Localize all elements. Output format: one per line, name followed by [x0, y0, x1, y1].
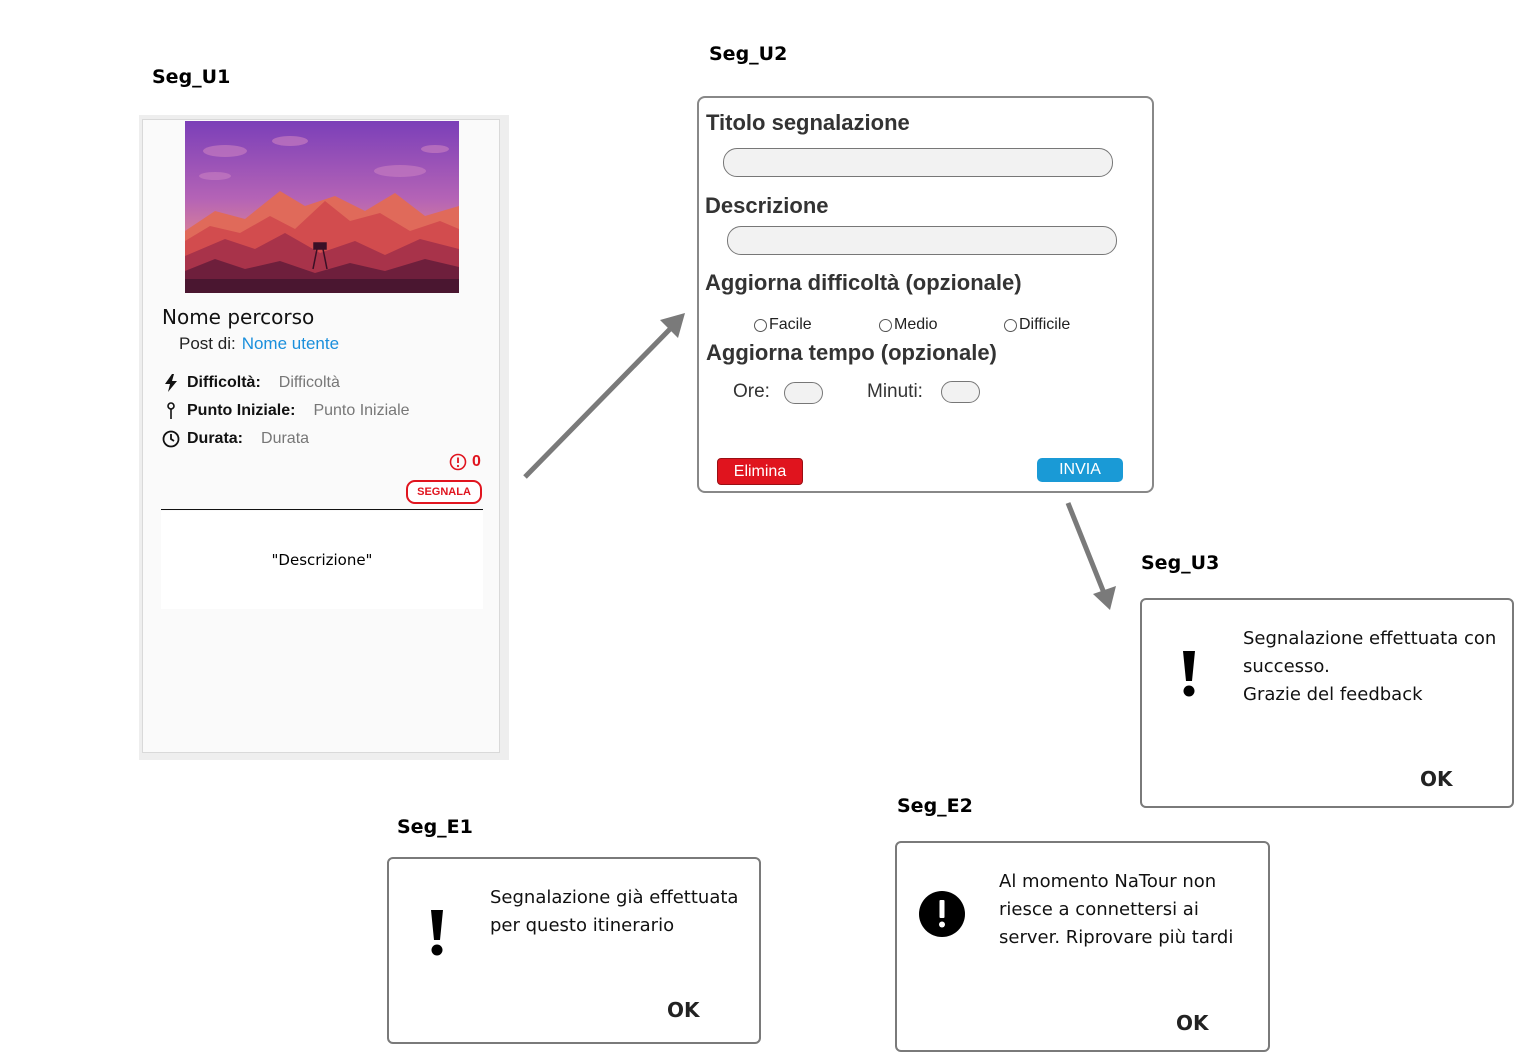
difficulty-value: Difficoltà	[278, 374, 340, 391]
already-reported-message: Segnalazione già effettuata per questo i…	[490, 887, 739, 936]
arrow-u1-to-u2	[523, 313, 685, 479]
difficulty-row: Difficoltà: Difficoltà	[162, 374, 340, 392]
already-reported-ok-button[interactable]: OK	[667, 998, 700, 1022]
time-update-label: Aggiorna tempo (opzionale)	[706, 340, 997, 365]
screen-label-u3: Seg_U3	[1141, 552, 1220, 574]
radio-circle	[754, 318, 767, 332]
radio-medio-label: Medio	[894, 316, 938, 333]
post-by-label: Post di:	[179, 334, 236, 353]
difficulty-label: Difficoltà:	[187, 374, 261, 391]
alert-circle-icon	[449, 453, 467, 471]
hours-input[interactable]	[784, 382, 823, 404]
report-count: 0	[449, 453, 481, 471]
pin-icon	[162, 402, 180, 420]
hours-label: Ore:	[733, 381, 770, 402]
post-by: Post di: Nome utente	[179, 334, 339, 354]
arrow-u2-to-u3	[1065, 502, 1116, 610]
start-point-row: Punto Iniziale: Punto Iniziale	[162, 402, 410, 420]
exclamation-icon	[431, 910, 443, 956]
success-message: Segnalazione effettuata con successo. Gr…	[1243, 628, 1497, 705]
screen-label-u2: Seg_U2	[709, 43, 788, 65]
screen-label-u1: Seg_U1	[152, 66, 231, 88]
report-title-input[interactable]	[723, 148, 1113, 177]
server-error-ok-button[interactable]: OK	[1176, 1011, 1209, 1035]
radio-medio[interactable]: Medio	[879, 316, 938, 334]
clock-icon	[162, 430, 180, 448]
send-button[interactable]: INVIA	[1037, 458, 1123, 482]
difficulty-update-label: Aggiorna difficoltà (opzionale)	[705, 270, 1022, 295]
radio-facile-label: Facile	[769, 316, 812, 333]
minutes-input[interactable]	[941, 381, 980, 403]
report-title-label: Titolo segnalazione	[706, 110, 910, 135]
report-description-input[interactable]	[727, 226, 1117, 255]
delete-button[interactable]: Elimina	[717, 458, 803, 485]
exclamation-icon	[1183, 651, 1195, 697]
route-title: Nome percorso	[162, 305, 315, 329]
radio-difficile-label: Difficile	[1019, 316, 1071, 333]
radio-facile[interactable]: Facile	[754, 316, 812, 334]
report-button[interactable]: SEGNALA	[406, 480, 482, 504]
screen-label-e2: Seg_E2	[897, 795, 973, 817]
divider	[161, 509, 483, 510]
server-error-message: Al momento NaTour non riesce a connetter…	[999, 871, 1234, 948]
duration-row: Durata: Durata	[162, 430, 309, 448]
radio-circle	[1004, 318, 1017, 332]
radio-difficile[interactable]: Difficile	[1004, 316, 1070, 334]
minutes-label: Minuti:	[867, 381, 923, 402]
author-link[interactable]: Nome utente	[242, 334, 339, 353]
exclamation-circle-icon	[919, 891, 965, 937]
start-point-value: Punto Iniziale	[313, 402, 410, 419]
duration-value: Durata	[261, 430, 310, 447]
report-count-value: 0	[472, 453, 481, 470]
success-ok-button[interactable]: OK	[1420, 767, 1453, 791]
route-description: "Descrizione"	[161, 511, 483, 609]
screen-label-e1: Seg_E1	[397, 816, 473, 838]
start-point-label: Punto Iniziale:	[187, 402, 296, 419]
duration-label: Durata:	[187, 430, 244, 447]
route-image	[185, 121, 459, 293]
report-description-label: Descrizione	[705, 193, 829, 218]
lightning-icon	[162, 374, 180, 392]
radio-circle	[879, 318, 892, 332]
